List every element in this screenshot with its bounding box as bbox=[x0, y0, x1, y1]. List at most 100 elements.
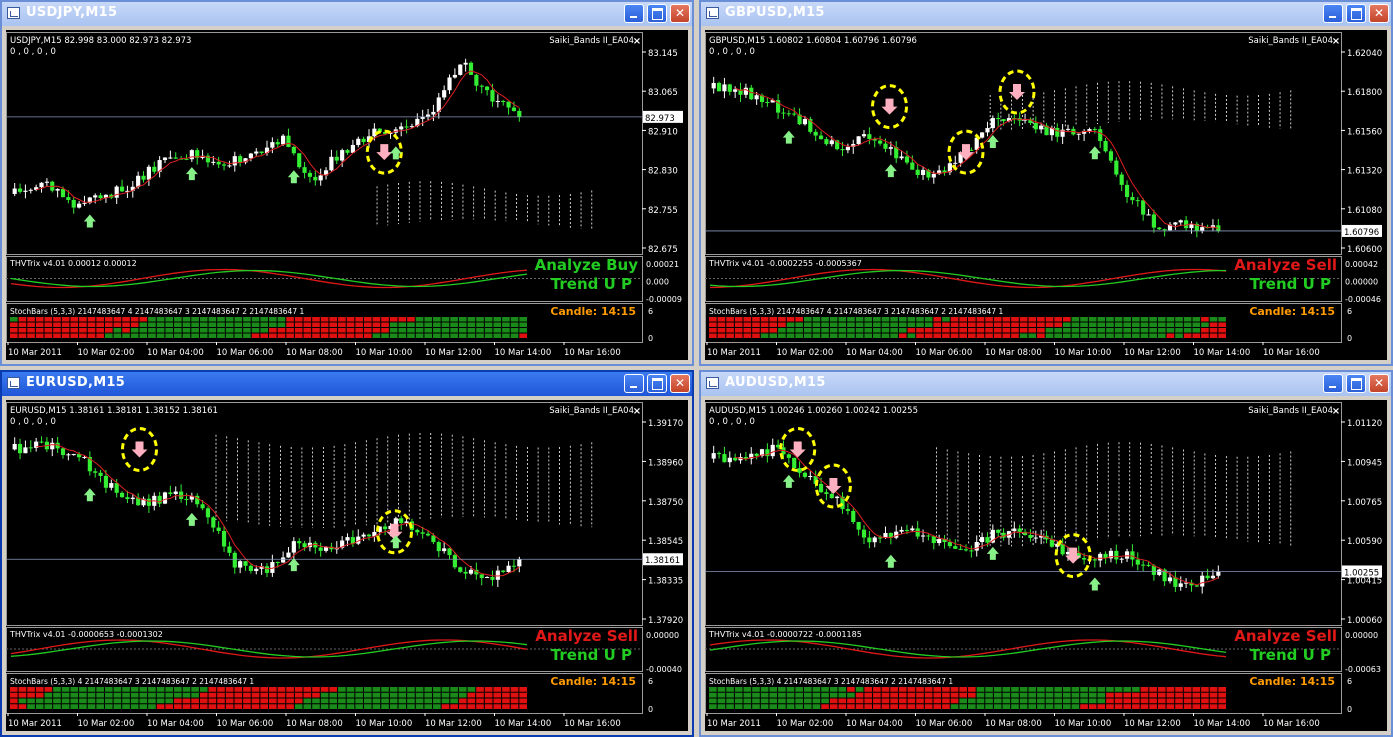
stoch-scale-label: 6 bbox=[648, 677, 653, 686]
stochbar-cell bbox=[950, 692, 959, 698]
window-titlebar[interactable]: AUDUSD,M15 ✕ bbox=[701, 372, 1391, 396]
stochbar-cell bbox=[217, 687, 225, 692]
candle-body bbox=[947, 542, 952, 547]
chart-window-usdjpy[interactable]: USDJPY,M15 ✕ USDJPY,M15 82.998 83.000 82… bbox=[0, 0, 694, 366]
candle-body bbox=[990, 118, 995, 129]
stochbar-cell bbox=[1166, 704, 1175, 709]
stochbar-cell bbox=[493, 698, 502, 704]
stochbar-cell bbox=[10, 328, 18, 333]
stochbar-cell bbox=[1201, 322, 1209, 327]
candle-body bbox=[366, 534, 372, 537]
stochbar-cell bbox=[502, 328, 510, 333]
close-button[interactable]: ✕ bbox=[1369, 374, 1389, 393]
chart-area[interactable]: USDJPY,M15 82.998 83.000 82.973 82.973 0 … bbox=[6, 30, 688, 360]
minimize-button[interactable] bbox=[1323, 4, 1343, 23]
chart-area[interactable]: GBPUSD,M15 1.60802 1.60804 1.60796 1.607… bbox=[705, 30, 1387, 360]
stochbar-cell bbox=[338, 698, 346, 704]
candle-body bbox=[953, 162, 958, 164]
stochbar-cell bbox=[976, 328, 985, 333]
stochbar-cell bbox=[1140, 328, 1149, 333]
stochbar-cell bbox=[251, 322, 260, 327]
stochbar-cell bbox=[79, 317, 87, 322]
candle-body bbox=[996, 118, 1001, 120]
chart-area[interactable]: AUDUSD,M15 1.00246 1.00260 1.00242 1.002… bbox=[705, 400, 1387, 731]
stochbar-cell bbox=[355, 698, 363, 704]
window-titlebar[interactable]: EURUSD,M15 ✕ bbox=[2, 372, 692, 396]
stochbar-cell bbox=[27, 698, 35, 704]
stochbar-cell bbox=[346, 317, 355, 322]
window-title: USDJPY,M15 bbox=[26, 5, 118, 20]
stochbar-cell bbox=[1028, 692, 1037, 698]
stochbar-cell bbox=[329, 704, 338, 709]
stochbar-cell bbox=[864, 317, 873, 322]
stochbar-cell bbox=[864, 333, 873, 338]
stochbar-cell bbox=[898, 698, 907, 704]
candle-body bbox=[980, 537, 985, 543]
minimize-button[interactable] bbox=[624, 374, 644, 393]
stochbar-cell bbox=[113, 333, 122, 338]
stochbar-cell bbox=[795, 692, 803, 698]
stochbar-cell bbox=[286, 698, 294, 704]
stochbar-cell bbox=[234, 333, 243, 338]
stochbar-cell bbox=[35, 328, 44, 333]
stochbar-cell bbox=[752, 704, 760, 709]
candle-body bbox=[899, 529, 904, 532]
stochbar-cell bbox=[415, 698, 424, 704]
stochbar-cell bbox=[269, 687, 277, 692]
chart-window-eurusd[interactable]: EURUSD,M15 ✕ EURUSD,M15 1.38161 1.38181 … bbox=[0, 370, 694, 737]
stochbar-cell bbox=[329, 328, 338, 333]
moving-average-line bbox=[36, 70, 520, 203]
stochbar-cell bbox=[717, 317, 726, 322]
stochbar-cell bbox=[1071, 333, 1080, 338]
stochbar-cell bbox=[260, 692, 268, 698]
stochbar-cell bbox=[881, 328, 890, 333]
stochbar-cell bbox=[786, 698, 795, 704]
stochbar-cell bbox=[726, 704, 734, 709]
candle-body bbox=[899, 156, 904, 159]
stochbar-cell bbox=[243, 704, 251, 709]
stoch-scale-label: 0 bbox=[1347, 705, 1352, 714]
minimize-button[interactable] bbox=[1323, 374, 1343, 393]
maximize-button[interactable] bbox=[1346, 4, 1366, 23]
stochbar-cell bbox=[1106, 333, 1114, 338]
close-button[interactable]: ✕ bbox=[1369, 4, 1389, 23]
candle-body bbox=[447, 548, 452, 556]
stochbar-cell bbox=[1106, 692, 1114, 698]
window-titlebar[interactable]: GBPUSD,M15 ✕ bbox=[701, 2, 1391, 26]
stochbar-cell bbox=[786, 322, 795, 327]
stochbar-cell bbox=[303, 698, 312, 704]
chart-window-audusd[interactable]: AUDUSD,M15 ✕ AUDUSD,M15 1.00246 1.00260 … bbox=[699, 370, 1393, 737]
stochbar-cell bbox=[484, 328, 493, 333]
minimize-button[interactable] bbox=[624, 4, 644, 23]
stochbar-cell bbox=[234, 687, 243, 692]
time-axis-label: 10 Mar 14:00 bbox=[495, 348, 552, 358]
candle-body bbox=[216, 161, 221, 165]
stochbar-cell bbox=[53, 328, 61, 333]
stochbar-cell bbox=[182, 704, 191, 709]
stochbars-label: StochBars (5,3,3) 4 2147483647 3 2147483… bbox=[709, 677, 953, 686]
stochbar-cell bbox=[35, 687, 44, 692]
close-button[interactable]: ✕ bbox=[670, 374, 690, 393]
maximize-button[interactable] bbox=[1346, 374, 1366, 393]
stochbar-cell bbox=[717, 692, 726, 698]
trix-indicator-label: THVTrix v4.01 0.00012 0.00012 bbox=[9, 259, 137, 268]
maximize-button[interactable] bbox=[647, 374, 667, 393]
chart-area[interactable]: EURUSD,M15 1.38161 1.38181 1.38152 1.381… bbox=[6, 400, 688, 731]
stochbar-cell bbox=[10, 317, 18, 322]
stochbar-cell bbox=[286, 692, 294, 698]
maximize-button[interactable] bbox=[647, 4, 667, 23]
window-titlebar[interactable]: USDJPY,M15 ✕ bbox=[2, 2, 692, 26]
stochbar-cell bbox=[338, 333, 346, 338]
stochbar-cell bbox=[458, 322, 467, 327]
candle-body bbox=[937, 539, 942, 544]
stochbar-cell bbox=[363, 333, 372, 338]
stochbar-cell bbox=[441, 322, 450, 327]
candle-body bbox=[109, 483, 114, 488]
stochbar-cell bbox=[821, 317, 829, 322]
candle-body bbox=[232, 552, 237, 568]
stochbar-cell bbox=[424, 333, 433, 338]
stochbar-cell bbox=[381, 704, 389, 709]
close-button[interactable]: ✕ bbox=[670, 4, 690, 23]
chart-window-gbpusd[interactable]: GBPUSD,M15 ✕ GBPUSD,M15 1.60802 1.60804 … bbox=[699, 0, 1393, 366]
stochbar-cell bbox=[829, 687, 838, 692]
